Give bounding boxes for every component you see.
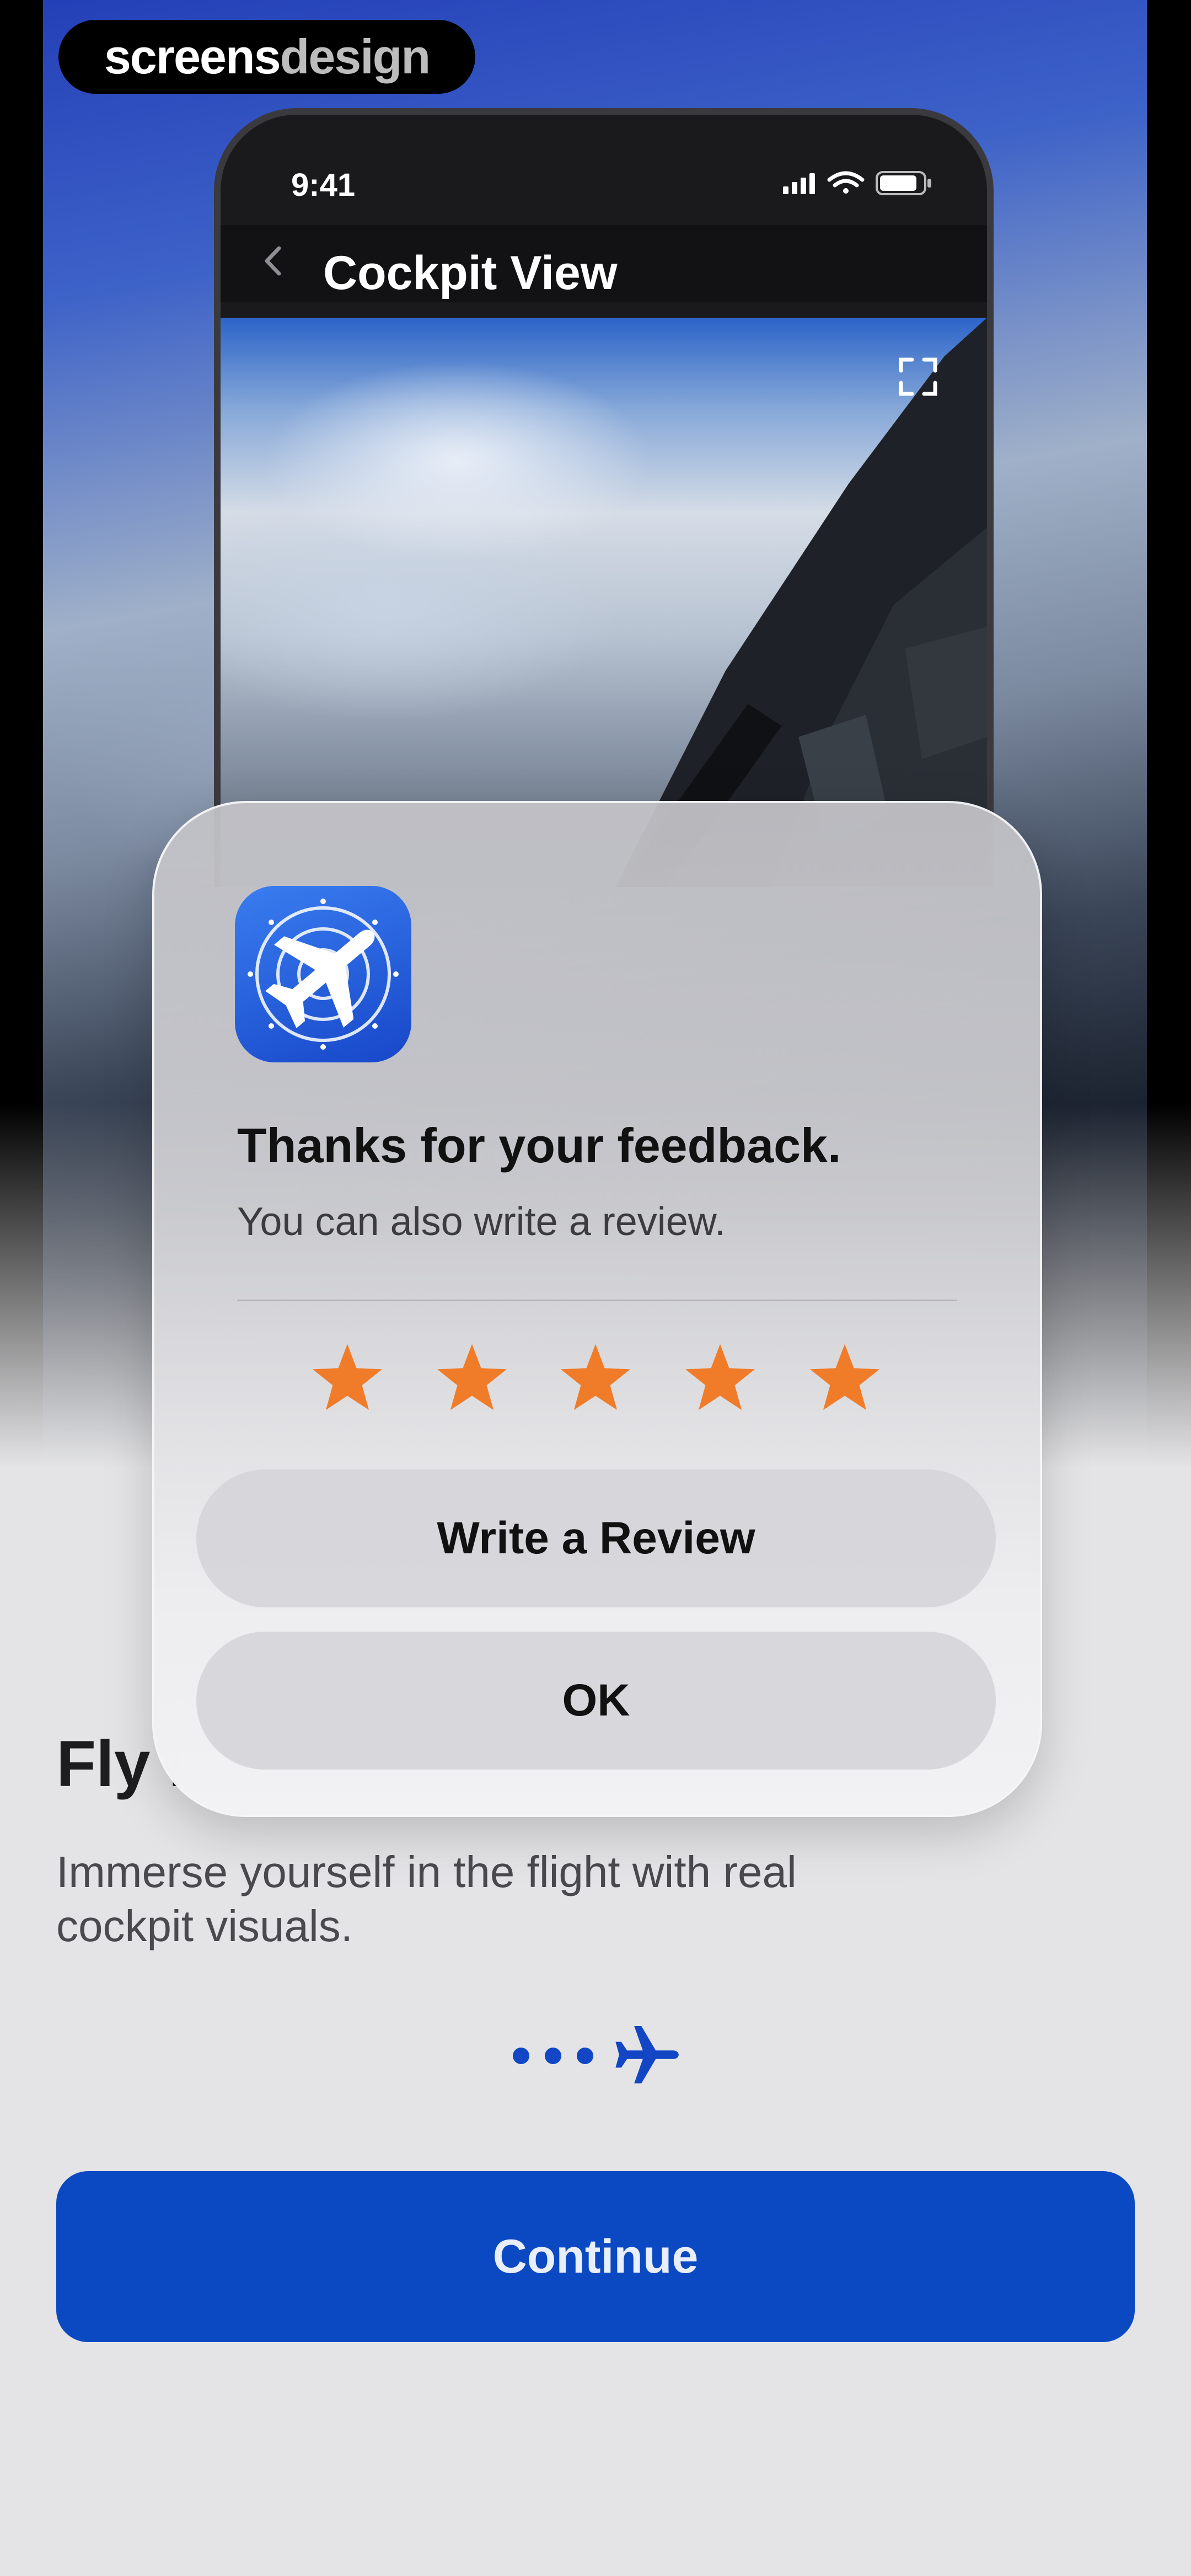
- signal-icon: [783, 173, 815, 194]
- page-dot: [513, 2048, 529, 2064]
- star-icon-4[interactable]: [682, 1341, 759, 1418]
- phone-nav-title: Cockpit View: [323, 247, 618, 300]
- chevron-left-icon[interactable]: [255, 242, 293, 280]
- star-icon-1[interactable]: [309, 1341, 386, 1418]
- phone-nav-bar: Cockpit View: [221, 225, 987, 302]
- watermark-text-primary: screens: [104, 29, 281, 84]
- wifi-icon: [827, 171, 865, 194]
- watermark-text-secondary: design: [280, 29, 431, 84]
- star-icon-5[interactable]: [806, 1341, 883, 1418]
- page-dot: [545, 2048, 561, 2064]
- page-dot: [577, 2048, 593, 2064]
- airplane-radar-icon: [248, 899, 399, 1050]
- dialog-message: You can also write a review.: [237, 1200, 726, 1244]
- star-icon-3[interactable]: [557, 1341, 634, 1418]
- star-rating: [309, 1341, 893, 1424]
- watermark-logo: screens design: [58, 20, 475, 94]
- star-icon-2[interactable]: [433, 1341, 511, 1418]
- rating-dialog: Thanks for your feedback. You can also w…: [152, 801, 1042, 1817]
- app-icon: [235, 886, 411, 1062]
- status-bar: 9:41: [221, 115, 987, 203]
- status-time: 9:41: [291, 167, 356, 203]
- airplane-icon: [615, 2026, 679, 2083]
- ok-button[interactable]: OK: [196, 1632, 996, 1770]
- dialog-title: Thanks for your feedback.: [237, 1118, 841, 1173]
- dialog-divider: [237, 1300, 957, 1301]
- write-review-button[interactable]: Write a Review: [196, 1469, 996, 1607]
- page-indicator: [507, 2019, 684, 2091]
- status-icons: [783, 171, 931, 195]
- continue-button[interactable]: Continue: [56, 2171, 1135, 2342]
- phone-mockup: 9:41 Cockpit View: [214, 108, 994, 887]
- onboarding-description: Immerse yourself in the flight with real…: [56, 1847, 797, 1950]
- battery-icon: [876, 171, 931, 195]
- fullscreen-icon[interactable]: [893, 352, 943, 402]
